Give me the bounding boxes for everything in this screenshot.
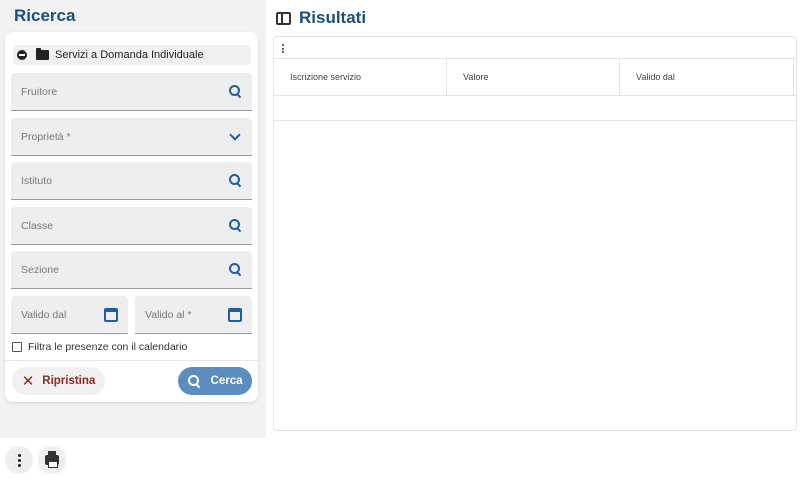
sezione-label: Sezione — [21, 263, 59, 276]
search-button-label: Cerca — [210, 375, 243, 387]
column-header-valore[interactable]: Valore — [447, 59, 620, 95]
search-icon[interactable] — [229, 263, 242, 276]
bottom-toolbar — [0, 438, 800, 479]
istituto-field[interactable]: Istituto — [11, 162, 252, 200]
search-icon[interactable] — [229, 174, 242, 187]
calendar-icon[interactable] — [104, 307, 118, 322]
table-row — [274, 96, 796, 121]
print-button[interactable] — [38, 446, 66, 474]
valido-al-field[interactable]: Valido al * — [135, 296, 252, 334]
search-title: Ricerca — [14, 6, 76, 25]
classe-field[interactable]: Classe — [11, 207, 252, 245]
more-vertical-icon — [17, 453, 21, 468]
more-options-button[interactable] — [5, 446, 33, 474]
folder-icon — [36, 48, 49, 60]
valido-dal-label: Valido dal — [21, 308, 67, 321]
chevron-down-icon[interactable] — [229, 128, 241, 141]
search-button[interactable]: Cerca — [178, 367, 252, 395]
calendar-filter-checkbox[interactable] — [12, 342, 22, 352]
calendar-filter-option[interactable]: Filtra le presenze con il calendario — [12, 341, 187, 353]
valido-dal-field[interactable]: Valido dal — [11, 296, 128, 334]
sidebar-toggle-icon[interactable] — [276, 11, 291, 25]
search-panel: Ricerca Servizi a Domanda Individuale Fr… — [0, 0, 266, 438]
results-title: Risultati — [299, 8, 367, 27]
sezione-field[interactable]: Sezione — [11, 251, 252, 289]
calendar-filter-label: Filtra le presenze con il calendario — [28, 341, 188, 353]
fruitore-label: Fruitore — [21, 85, 58, 98]
column-header-valido-dal[interactable]: Valido dal — [620, 59, 794, 95]
search-icon[interactable] — [229, 85, 242, 98]
close-icon: ✕ — [21, 373, 35, 390]
search-icon[interactable] — [229, 219, 242, 232]
divider — [5, 360, 258, 361]
more-vertical-icon[interactable] — [281, 44, 285, 55]
print-icon — [45, 451, 59, 468]
fruitore-field[interactable]: Fruitore — [11, 73, 252, 111]
proprieta-select[interactable]: Proprietà * — [11, 118, 252, 156]
istituto-label: Istituto — [21, 174, 52, 187]
table-header: Iscrizione servizio Valore Valido dal — [274, 58, 796, 96]
category-label: Servizi a Domanda Individuale — [55, 49, 204, 61]
results-header: Risultati — [276, 8, 366, 28]
classe-label: Classe — [21, 219, 54, 232]
collapse-icon[interactable] — [17, 50, 27, 60]
reset-button[interactable]: ✕ Ripristina — [12, 367, 105, 395]
column-header-iscrizione[interactable]: Iscrizione servizio — [274, 59, 447, 95]
reset-button-label: Ripristina — [42, 375, 96, 387]
calendar-icon[interactable] — [228, 307, 242, 322]
proprieta-label: Proprietà * — [21, 130, 71, 143]
category-node[interactable]: Servizi a Domanda Individuale — [13, 45, 251, 65]
valido-al-label: Valido al * — [145, 308, 192, 321]
search-card: Servizi a Domanda Individuale Fruitore P… — [5, 32, 258, 402]
search-icon — [187, 374, 201, 388]
results-table: Iscrizione servizio Valore Valido dal — [273, 36, 797, 431]
